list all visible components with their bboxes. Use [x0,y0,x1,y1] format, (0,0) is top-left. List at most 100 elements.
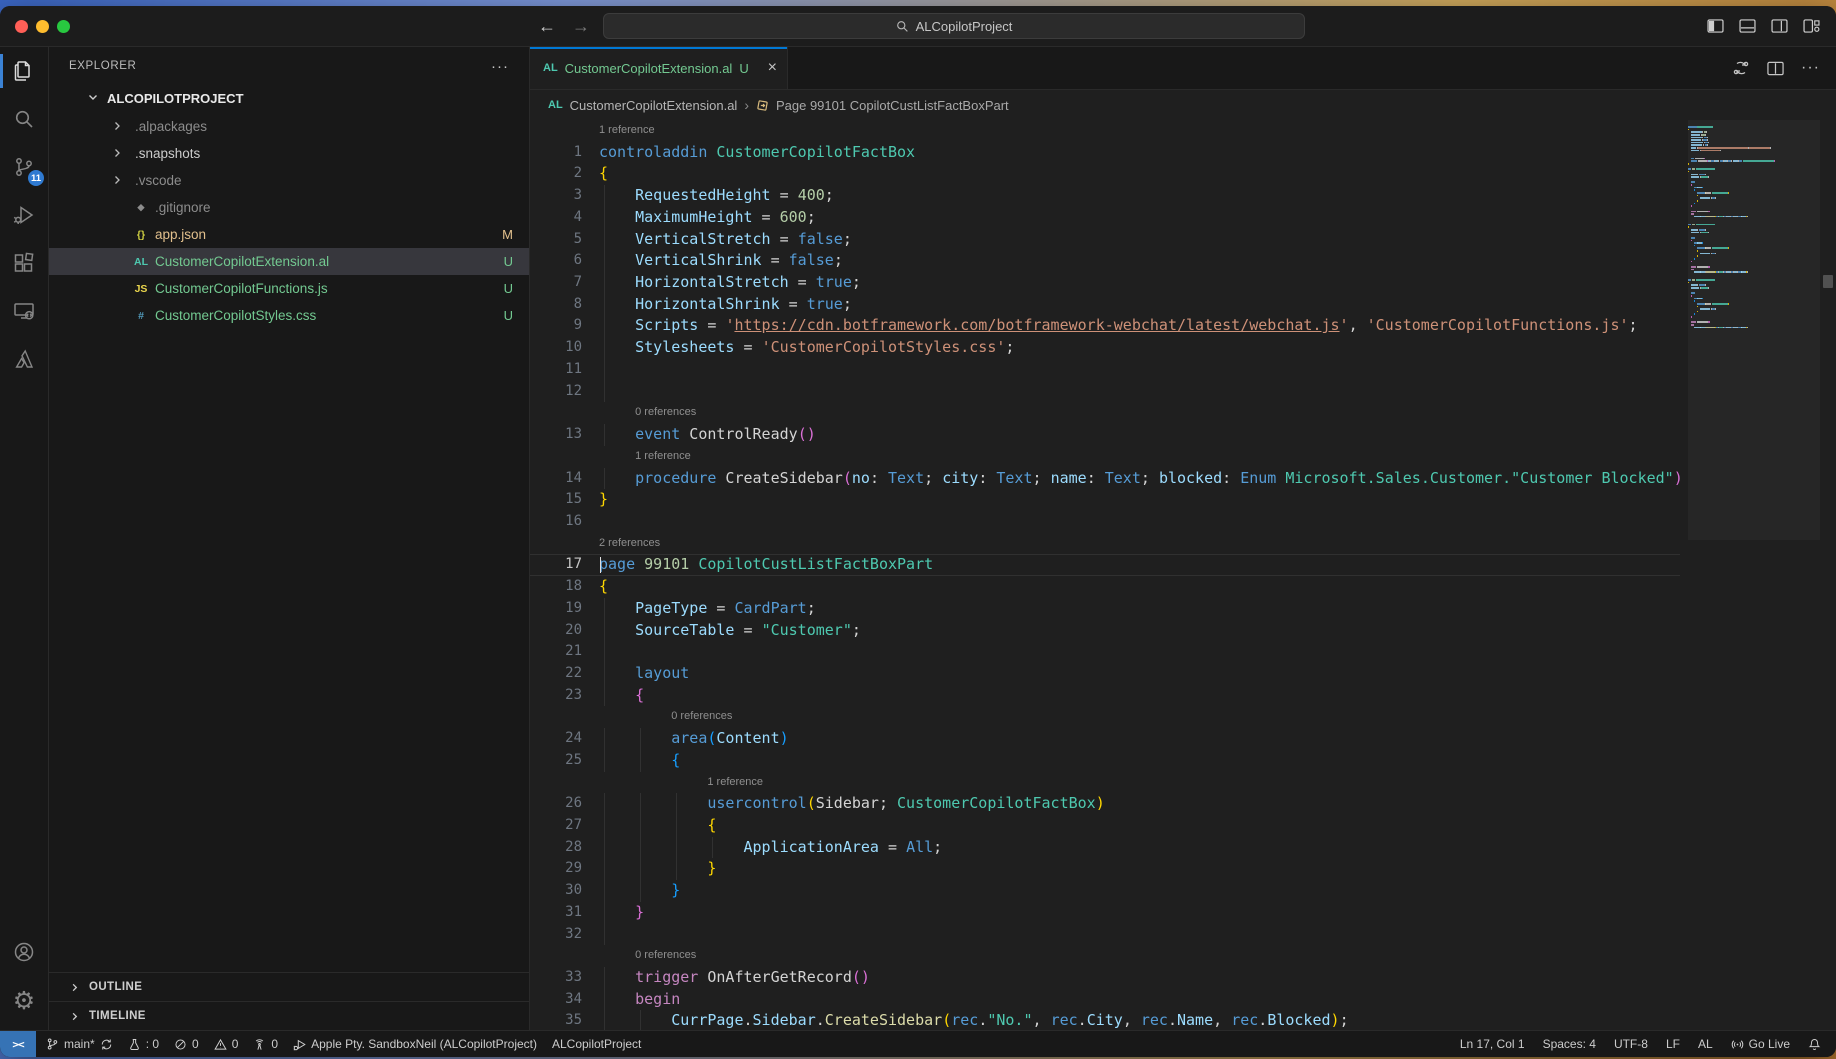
command-center-search[interactable]: ALCopilotProject [603,13,1305,39]
codelens[interactable]: 1 reference [530,772,1680,794]
editor-scrollbar[interactable] [1820,120,1836,1030]
status-apple-pty-sandboxneil-alcopilotproject-[interactable]: Apple Pty. SandboxNeil (ALCopilotProject… [293,1037,537,1051]
project-root-row[interactable]: ALCOPILOTPROJECT [49,85,529,111]
status-0[interactable]: 0 [174,1037,199,1051]
codelens[interactable]: 0 references [530,706,1680,728]
codelens[interactable]: 1 reference [530,120,1680,142]
code-line-15[interactable]: 15} [530,489,1680,511]
code-line-2[interactable]: 2{ [530,163,1680,185]
tree-item--snapshots[interactable]: .snapshots [49,140,529,167]
codelens[interactable]: 0 references [530,945,1680,967]
code-line-3[interactable]: 3 RequestedHeight = 400; [530,185,1680,207]
explorer-actions-icon[interactable]: ··· [491,58,509,75]
open-changes-icon[interactable] [1732,59,1750,77]
breadcrumb-symbol[interactable]: Page 99101 CopilotCustListFactBoxPart [776,98,1009,113]
activity-remote-explorer[interactable] [0,287,48,335]
activity-source-control[interactable]: 11 [0,143,48,191]
status--0[interactable]: : 0 [128,1037,159,1051]
scrollbar-thumb[interactable] [1823,275,1833,288]
split-editor-icon[interactable] [1767,61,1784,76]
toggle-primary-sidebar-icon[interactable] [1707,19,1724,33]
status-bell[interactable] [1808,1038,1821,1051]
tab-close-icon[interactable]: × [768,60,777,76]
code-line-32[interactable]: 32 [530,924,1680,946]
code-line-25[interactable]: 25 { [530,750,1680,772]
code-line-11[interactable]: 11 [530,359,1680,381]
code-line-28[interactable]: 28 ApplicationArea = All; [530,837,1680,859]
codelens[interactable]: 0 references [530,402,1680,424]
zoom-window-button[interactable] [57,20,70,33]
status-lf[interactable]: LF [1666,1037,1680,1051]
code-line-16[interactable]: 16 [530,511,1680,533]
navigate-forward-icon[interactable]: → [572,17,590,35]
code-line-10[interactable]: 10 Stylesheets = 'CustomerCopilotStyles.… [530,337,1680,359]
code-line-8[interactable]: 8 HorizontalShrink = true; [530,294,1680,316]
activity-explorer[interactable] [0,47,48,95]
code-line-27[interactable]: 27 { [530,815,1680,837]
code-line-7[interactable]: 7 HorizontalStretch = true; [530,272,1680,294]
code-line-34[interactable]: 34 begin [530,989,1680,1011]
code-line-5[interactable]: 5 VerticalStretch = false; [530,229,1680,251]
code-line-1[interactable]: 1controladdin CustomerCopilotFactBox [530,142,1680,164]
code-line-22[interactable]: 22 layout [530,663,1680,685]
codelens[interactable]: 1 reference [530,446,1680,468]
status-go-live[interactable]: Go Live [1731,1037,1790,1051]
command-center-label: ALCopilotProject [916,19,1013,34]
tree-item-customercopilotstyles-css[interactable]: #CustomerCopilotStyles.cssU [49,302,529,329]
activity-run-debug[interactable] [0,191,48,239]
accounts-button[interactable] [0,928,48,976]
code-line-18[interactable]: 18{ [530,576,1680,598]
activity-search[interactable] [0,95,48,143]
codelens[interactable]: 2 references [530,533,1680,555]
status-al[interactable]: AL [1698,1037,1713,1051]
code-line-13[interactable]: 13 event ControlReady() [530,424,1680,446]
tree-item--alpackages[interactable]: .alpackages [49,113,529,140]
code-line-23[interactable]: 23 { [530,685,1680,707]
code-line-14[interactable]: 14 procedure CreateSidebar(no: Text; cit… [530,468,1680,490]
code-line-6[interactable]: 6 VerticalShrink = false; [530,250,1680,272]
status-ln-17-col-1[interactable]: Ln 17, Col 1 [1460,1037,1525,1051]
code-line-19[interactable]: 19 PageType = CardPart; [530,598,1680,620]
tree-item-app-json[interactable]: {}app.jsonM [49,221,529,248]
remote-indicator[interactable]: >< [0,1031,36,1057]
tree-item--gitignore[interactable]: ◆.gitignore [49,194,529,221]
activity-extensions[interactable] [0,239,48,287]
timeline-section-header[interactable]: TIMELINE [49,1001,529,1030]
code-line-4[interactable]: 4 MaximumHeight = 600; [530,207,1680,229]
status-spaces-4[interactable]: Spaces: 4 [1543,1037,1596,1051]
code-line-29[interactable]: 29 } [530,858,1680,880]
code-line-12[interactable]: 12 [530,381,1680,403]
status-alcopilotproject[interactable]: ALCopilotProject [552,1037,641,1051]
code-line-35[interactable]: 35 CurrPage.Sidebar.CreateSidebar(rec."N… [530,1010,1680,1030]
status-0[interactable]: 0 [214,1037,239,1051]
code-line-30[interactable]: 30 } [530,880,1680,902]
code-line-21[interactable]: 21 [530,641,1680,663]
customize-layout-icon[interactable] [1803,19,1820,33]
code-editor[interactable]: 1 reference1controladdin CustomerCopilot… [530,120,1836,1030]
toggle-panel-icon[interactable] [1739,19,1756,33]
tree-item--vscode[interactable]: .vscode [49,167,529,194]
code-line-9[interactable]: 9 Scripts = 'https://cdn.botframework.co… [530,315,1680,337]
status-main-[interactable]: main* [46,1037,113,1051]
tree-item-customercopilotextension-al[interactable]: ALCustomerCopilotExtension.alU [49,248,529,275]
code-line-24[interactable]: 24 area(Content) [530,728,1680,750]
toggle-secondary-sidebar-icon[interactable] [1771,19,1788,33]
minimize-window-button[interactable] [36,20,49,33]
navigate-back-icon[interactable]: ← [538,17,556,35]
code-line-33[interactable]: 33 trigger OnAfterGetRecord() [530,967,1680,989]
settings-button[interactable]: ⚙ [0,976,48,1024]
close-window-button[interactable] [15,20,28,33]
code-line-17[interactable]: 17page 99101 CopilotCustListFactBoxPart [530,554,1680,576]
code-line-31[interactable]: 31 } [530,902,1680,924]
outline-section-header[interactable]: OUTLINE [49,972,529,1001]
more-actions-icon[interactable]: ··· [1801,59,1820,77]
code-line-26[interactable]: 26 usercontrol(Sidebar; CustomerCopilotF… [530,793,1680,815]
code-line-20[interactable]: 20 SourceTable = "Customer"; [530,620,1680,642]
breadcrumb-file[interactable]: CustomerCopilotExtension.al [570,98,738,113]
activity-azure[interactable] [0,335,48,383]
tree-item-customercopilotfunctions-js[interactable]: JSCustomerCopilotFunctions.jsU [49,275,529,302]
tab-customercopilotextension[interactable]: AL CustomerCopilotExtension.al U × [530,47,788,89]
minimap[interactable] [1688,126,1820,329]
status-utf-8[interactable]: UTF-8 [1614,1037,1648,1051]
status-0[interactable]: 0 [253,1037,278,1051]
